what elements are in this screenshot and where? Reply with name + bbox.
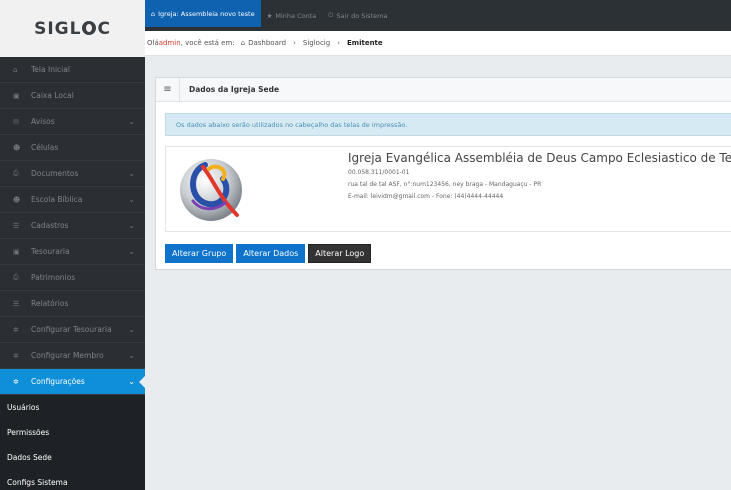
cash-icon: ▣ (13, 247, 20, 256)
breadcrumb-siglocig[interactable]: Siglocig (303, 39, 330, 47)
logo-text: SIGL C (34, 18, 111, 39)
greeting-suffix: , você está em: (180, 39, 235, 47)
church-contact: E-mail: leividm@gmail.com - Fone: (44)44… (348, 193, 504, 200)
home-icon: ⌂ (240, 39, 246, 47)
home-icon: ⌂ (151, 9, 156, 18)
church-name: Igreja Evangélica Assembléia de Deus Cam… (348, 151, 731, 165)
submenu-item-usuarios[interactable]: Usuários (0, 395, 145, 420)
chevron-down-icon: ⌄ (128, 247, 135, 256)
chevron-down-icon: ⌄ (128, 325, 135, 334)
user-link[interactable]: admin (159, 39, 181, 47)
change-group-button[interactable]: Alterar Grupo (165, 244, 234, 263)
sidebar-item-celulas[interactable]: ☻ Células (0, 135, 145, 161)
submenu-item-permissoes[interactable]: Permissões (0, 420, 145, 445)
change-data-button[interactable]: Alterar Dados (236, 244, 306, 263)
info-alert: Os dados abaixo serão utilizados no cabe… (165, 113, 731, 136)
submenu-item-dados-sede[interactable]: Dados Sede (0, 445, 145, 470)
gear-icon: ✲ (13, 325, 19, 334)
breadcrumb-current: Emitente (347, 39, 383, 47)
sidebar-item-escola-biblica[interactable]: ☻ Escola Bíblica ⌄ (0, 187, 145, 213)
chevron-down-icon: ⌄ (128, 221, 135, 230)
menu-icon: ≡ (156, 78, 180, 101)
mail-icon: ✉ (13, 117, 19, 126)
breadcrumb: Olá admin , você está em: ⌂ Dashboard › … (145, 31, 731, 56)
star-icon: ★ (266, 11, 273, 20)
sidebar-item-configurar-tesouraria[interactable]: ✲ Configurar Tesouraria ⌄ (0, 317, 145, 343)
church-data-panel: ≡ Dados da Igreja Sede Os dados abaixo s… (155, 77, 731, 270)
breadcrumb-dashboard[interactable]: Dashboard (248, 39, 286, 47)
home-icon: ⌂ (13, 65, 18, 74)
top-tab-minha-conta[interactable]: ★ Minha Conta (261, 0, 323, 31)
top-bar: ⌂ Igreja: Assembleia novo teste ★ Minha … (145, 0, 731, 31)
change-logo-button[interactable]: Alterar Logo (308, 244, 372, 263)
sidebar-item-avisos[interactable]: ✉ Avisos ⌄ (0, 109, 145, 135)
users-icon: ☻ (13, 143, 21, 152)
users-icon: ☻ (13, 195, 21, 204)
sidebar-item-documentos[interactable]: ⎙ Documentos ⌄ (0, 161, 145, 187)
sidebar: SIGL C ⌂ Tela Inicial ▣ Caixa Local ✉ Avi… (0, 0, 145, 490)
sidebar-item-configuracoes[interactable]: ✲ Configurações ⌄ (0, 369, 145, 395)
power-icon: ⏻ (328, 11, 334, 19)
gear-icon: ✲ (13, 351, 19, 360)
top-tab-sair[interactable]: ⏻ Sair do Sistema (322, 0, 393, 31)
chevron-down-icon: ⌄ (128, 117, 135, 126)
chevron-right-icon: › (293, 39, 296, 47)
sidebar-item-caixa-local[interactable]: ▣ Caixa Local (0, 83, 145, 109)
church-cnpj: 00.058.311/0001-01 (348, 169, 410, 176)
configuracoes-submenu: Usuários Permissões Dados Sede Configs S… (0, 395, 145, 490)
print-icon: ⎙ (13, 273, 19, 281)
action-buttons: Alterar Grupo Alterar Dados Alterar Logo (165, 244, 372, 263)
chevron-down-icon: ⌄ (128, 351, 135, 360)
panel-title: Dados da Igreja Sede (189, 85, 280, 94)
church-info-box: Igreja Evangélica Assembléia de Deus Cam… (165, 146, 731, 232)
submenu-item-configs-sistema[interactable]: Configs Sistema (0, 470, 145, 490)
sidebar-item-tela-inicial[interactable]: ⌂ Tela Inicial (0, 57, 145, 83)
top-tab-igreja[interactable]: ⌂ Igreja: Assembleia novo teste (145, 0, 261, 27)
list-icon: ☰ (13, 221, 20, 230)
logo[interactable]: SIGL C (0, 0, 145, 57)
sidebar-item-configurar-membro[interactable]: ✲ Configurar Membro ⌄ (0, 343, 145, 369)
panel-header: ≡ Dados da Igreja Sede (156, 78, 731, 102)
sidebar-item-cadastros[interactable]: ☰ Cadastros ⌄ (0, 213, 145, 239)
chevron-down-icon: ⌄ (128, 169, 135, 178)
print-icon: ⎙ (13, 169, 19, 177)
sidebar-item-relatorios[interactable]: ☰ Relatórios (0, 291, 145, 317)
church-address: rua tal de tal ASF, n°:num123456, ney br… (348, 181, 542, 188)
cash-icon: ▣ (13, 91, 20, 100)
list-icon: ☰ (13, 299, 20, 308)
greeting-prefix: Olá (147, 39, 159, 47)
chevron-down-icon: ⌄ (128, 195, 135, 204)
logo-o-icon (82, 20, 97, 35)
chevron-right-icon: › (337, 39, 340, 47)
gear-icon: ✲ (13, 377, 19, 386)
chevron-down-icon: ⌄ (128, 377, 135, 386)
sidebar-item-patrimonios[interactable]: ⎙ Patrimonios (0, 265, 145, 291)
church-logo (180, 159, 242, 221)
sidebar-item-tesouraria[interactable]: ▣ Tesouraria ⌄ (0, 239, 145, 265)
